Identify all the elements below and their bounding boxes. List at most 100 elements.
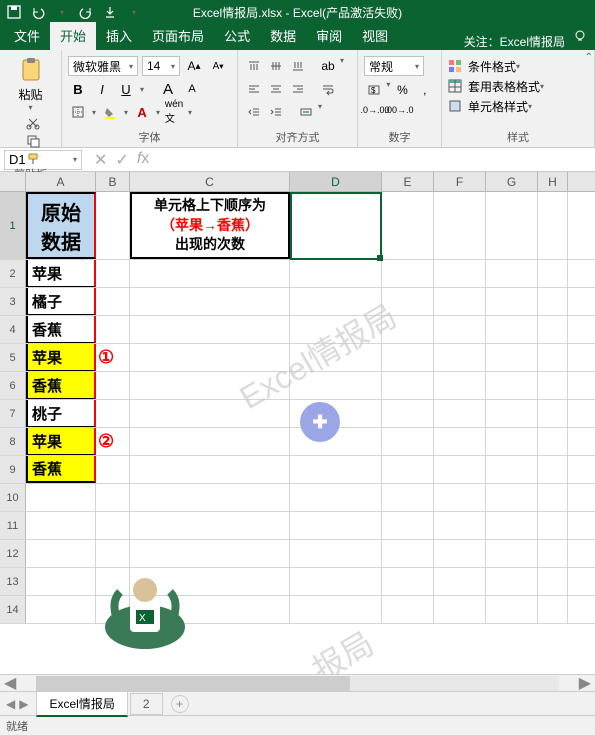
accounting-icon[interactable]: $ (364, 80, 384, 100)
redo-icon[interactable] (78, 4, 94, 20)
save-icon[interactable] (6, 4, 22, 20)
sheet-tab-2[interactable]: 2 (130, 693, 163, 715)
sheet-tab-active[interactable]: Excel情报局 (36, 691, 127, 717)
group-alignment-label: 对齐方式 (244, 129, 351, 147)
font-size-combo[interactable]: 14▾ (142, 56, 180, 76)
copy-icon[interactable] (26, 134, 40, 148)
align-center-icon[interactable] (266, 79, 286, 99)
cell-B1[interactable] (96, 192, 130, 259)
conditional-format-button[interactable]: 条件格式 ▾ (448, 58, 588, 75)
status-text: 就绪 (6, 718, 28, 734)
col-G[interactable]: G (486, 172, 538, 191)
font-name-combo[interactable]: 微软雅黑▾ (68, 56, 138, 76)
align-left-icon[interactable] (244, 79, 264, 99)
col-F[interactable]: F (434, 172, 486, 191)
cell-A1[interactable]: 原始数据 (26, 192, 96, 259)
underline-button[interactable]: U (116, 79, 136, 99)
number-format-combo[interactable]: 常规▾ (364, 56, 424, 76)
phonetic-icon[interactable]: wén文 (164, 102, 184, 122)
tab-view[interactable]: 视图 (352, 22, 398, 50)
tab-review[interactable]: 审阅 (306, 22, 352, 50)
cell-A4[interactable]: 香蕉 (26, 316, 96, 343)
format-table-button[interactable]: 套用表格格式 ▾ (448, 78, 588, 95)
align-right-icon[interactable] (288, 79, 308, 99)
align-top-icon[interactable] (244, 56, 264, 76)
horizontal-scrollbar[interactable]: ◀ ▶ (0, 674, 595, 691)
align-bottom-icon[interactable] (288, 56, 308, 76)
indent-increase-icon[interactable] (266, 102, 286, 122)
font-big-a-icon[interactable]: A (158, 79, 178, 99)
cell-A7[interactable]: 桃子 (26, 400, 96, 427)
tell-me-icon[interactable] (573, 29, 587, 43)
indent-decrease-icon[interactable] (244, 102, 264, 122)
bold-button[interactable]: B (68, 79, 88, 99)
spreadsheet-grid[interactable]: A B C D E F G H 1 原始数据 单元格上下顺序为（苹果→香蕉）出现… (0, 172, 595, 674)
group-clipboard: 粘贴 ▾ 剪贴板 (0, 50, 62, 147)
font-small-a-icon[interactable]: A (182, 79, 202, 99)
col-D[interactable]: D (290, 172, 382, 191)
wrap-text-icon[interactable] (318, 79, 338, 99)
svg-text:$: $ (371, 86, 376, 95)
qat-customize-icon[interactable]: ▾ (126, 4, 142, 20)
cell-H1[interactable] (538, 192, 568, 259)
tab-data[interactable]: 数据 (260, 22, 306, 50)
cut-icon[interactable] (26, 116, 40, 130)
decrease-decimal-icon[interactable]: .00→.0 (388, 100, 410, 120)
comma-icon[interactable]: , (415, 80, 435, 100)
touch-icon[interactable] (102, 4, 118, 20)
column-headers: A B C D E F G H (0, 172, 595, 192)
cell-A9[interactable]: 香蕉 (26, 456, 96, 483)
marker-1: ① (98, 347, 114, 368)
tab-file[interactable]: 文件 (4, 22, 50, 50)
row-1[interactable]: 1 (0, 192, 26, 259)
orientation-icon[interactable]: ab (318, 56, 338, 76)
col-H[interactable]: H (538, 172, 568, 191)
paste-label[interactable]: 粘贴 (18, 86, 42, 103)
cell-A6[interactable]: 香蕉 (26, 372, 96, 399)
merge-icon[interactable] (296, 102, 316, 122)
paste-icon[interactable] (17, 56, 45, 84)
cell-A2[interactable]: 苹果 (26, 260, 96, 287)
quick-access-toolbar: ▾ ▾ Excel情报局.xlsx - Excel(产品激活失败) (0, 0, 595, 24)
increase-decimal-icon[interactable]: .0→.00 (364, 100, 386, 120)
grow-font-icon[interactable]: A▴ (184, 56, 204, 76)
cell-C1[interactable]: 单元格上下顺序为（苹果→香蕉）出现的次数 (130, 192, 290, 259)
cell-styles-button[interactable]: 单元格样式 ▾ (448, 98, 588, 115)
fill-color-icon[interactable] (100, 102, 120, 122)
cell-A8[interactable]: 苹果 (26, 428, 96, 455)
tab-layout[interactable]: 页面布局 (142, 22, 214, 50)
cancel-formula-icon[interactable]: ✕ (94, 150, 107, 170)
font-color-icon[interactable]: A (132, 102, 152, 122)
tab-formula[interactable]: 公式 (214, 22, 260, 50)
col-A[interactable]: A (26, 172, 96, 191)
undo-icon[interactable] (30, 4, 46, 20)
col-C[interactable]: C (130, 172, 290, 191)
fx-icon[interactable]: fx (137, 150, 149, 170)
cell-D1[interactable] (290, 192, 382, 259)
align-middle-icon[interactable] (266, 56, 286, 76)
percent-icon[interactable]: % (392, 80, 412, 100)
cell-A5[interactable]: 苹果 (26, 344, 96, 371)
ribbon: ⌃ 粘贴 ▾ 剪贴板 微软雅黑▾ 14▾ A▴ A▾ B (0, 50, 595, 148)
enter-formula-icon[interactable]: ✓ (115, 150, 128, 170)
add-sheet-button[interactable]: + (171, 695, 189, 713)
tab-insert[interactable]: 插入 (96, 22, 142, 50)
format-painter-icon[interactable] (26, 152, 40, 166)
border-icon[interactable] (68, 102, 88, 122)
cell-F1[interactable] (434, 192, 486, 259)
shrink-font-icon[interactable]: A▾ (208, 56, 228, 76)
paste-dropdown-icon[interactable]: ▾ (28, 103, 32, 112)
col-E[interactable]: E (382, 172, 434, 191)
ribbon-collapse-icon[interactable]: ⌃ (585, 52, 593, 63)
sheet-nav-prev-icon[interactable]: ◀ (6, 697, 15, 711)
cell-A3[interactable]: 橘子 (26, 288, 96, 315)
italic-button[interactable]: I (92, 79, 112, 99)
cell-G1[interactable] (486, 192, 538, 259)
sheet-nav-next-icon[interactable]: ▶ (19, 697, 28, 711)
select-all-corner[interactable] (0, 172, 26, 191)
tab-home[interactable]: 开始 (50, 22, 96, 50)
col-B[interactable]: B (96, 172, 130, 191)
undo-dropdown-icon[interactable]: ▾ (54, 4, 70, 20)
cell-E1[interactable] (382, 192, 434, 259)
formula-bar-row: D1▾ ✕ ✓ fx (0, 148, 595, 172)
